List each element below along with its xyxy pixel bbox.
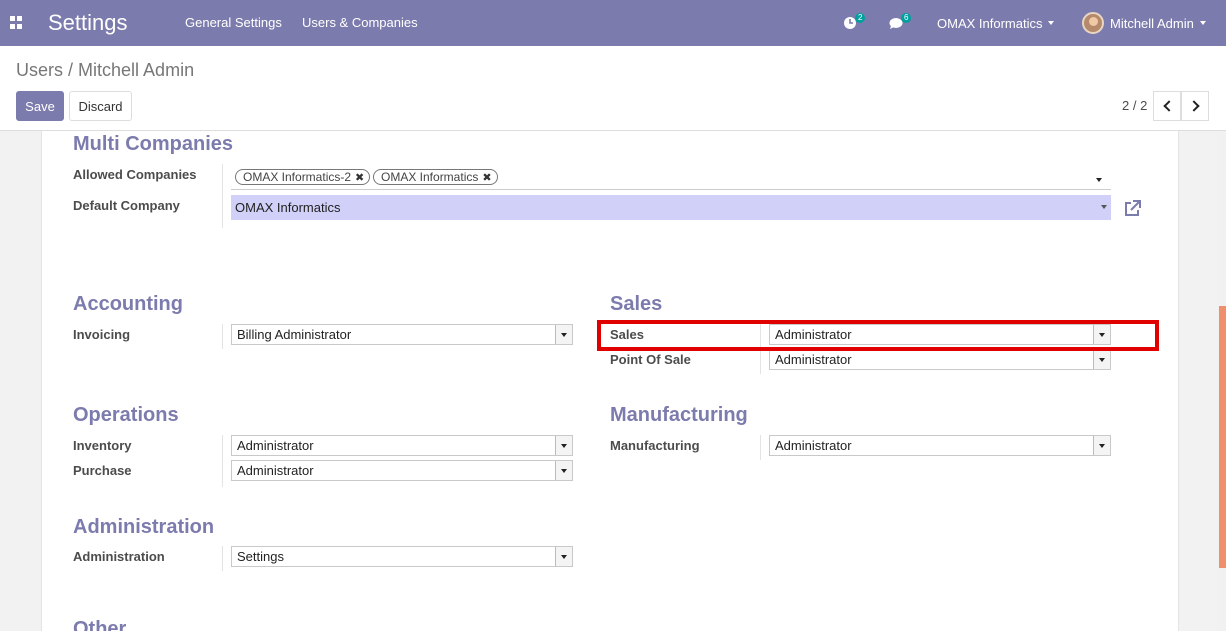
chevron-left-icon [1162, 100, 1175, 112]
label-default-company: Default Company [73, 198, 180, 213]
manufacturing-value: Administrator [775, 438, 852, 453]
menu-general-settings[interactable]: General Settings [185, 15, 282, 30]
discard-button[interactable]: Discard [69, 91, 132, 121]
company-switcher[interactable]: OMAX Informatics [937, 0, 1055, 46]
chevron-down-icon [1048, 21, 1055, 25]
activity-count-badge: 2 [855, 13, 866, 23]
purchase-value: Administrator [237, 463, 314, 478]
top-navbar: Settings General Settings Users & Compan… [0, 0, 1226, 46]
chevron-down-icon[interactable] [555, 325, 572, 344]
group-title-multi-companies: Multi Companies [73, 133, 234, 155]
invoicing-select[interactable]: Billing Administrator [231, 324, 573, 345]
label-separator [760, 435, 761, 460]
point-of-sale-value: Administrator [775, 352, 852, 367]
user-menu[interactable]: Mitchell Admin [1082, 0, 1206, 46]
label-separator [222, 435, 223, 487]
avatar [1082, 12, 1104, 34]
chevron-down-icon[interactable] [1096, 178, 1102, 182]
label-separator [222, 546, 223, 571]
chevron-down-icon[interactable] [1101, 205, 1107, 209]
remove-tag-icon[interactable]: ✖ [482, 172, 491, 184]
manufacturing-select[interactable]: Administrator [769, 435, 1111, 456]
menu-users-companies[interactable]: Users & Companies [302, 15, 418, 30]
chevron-right-icon [1187, 100, 1200, 112]
messaging-menu[interactable]: 6 [889, 0, 912, 46]
pager-next-button[interactable] [1181, 91, 1209, 121]
group-title-accounting: Accounting [73, 293, 183, 315]
breadcrumb-separator: / [68, 60, 74, 80]
company-switcher-label: OMAX Informatics [937, 15, 1043, 31]
message-count-badge: 6 [901, 13, 912, 23]
label-separator [222, 324, 223, 349]
company-tag[interactable]: OMAX Informatics ✖ [373, 169, 498, 185]
company-tag[interactable]: OMAX Informatics-2 ✖ [235, 169, 371, 185]
default-company-value: OMAX Informatics [235, 200, 341, 215]
label-manufacturing: Manufacturing [610, 438, 700, 453]
group-title-manufacturing: Manufacturing [610, 404, 748, 426]
app-title[interactable]: Settings [48, 10, 128, 36]
label-purchase: Purchase [73, 463, 132, 478]
label-point-of-sale: Point Of Sale [610, 352, 691, 367]
chevron-down-icon[interactable] [555, 436, 572, 455]
user-name: Mitchell Admin [1110, 15, 1194, 31]
chevron-down-icon [1199, 21, 1206, 25]
point-of-sale-select[interactable]: Administrator [769, 349, 1111, 370]
group-title-other: Other [73, 618, 127, 631]
group-title-sales: Sales [610, 293, 663, 315]
sales-field-highlight [597, 320, 1159, 351]
breadcrumb-parent-users[interactable]: Users [16, 60, 63, 80]
label-administration: Administration [73, 549, 165, 564]
label-separator [222, 164, 223, 228]
control-panel: Users / Mitchell Admin Save Discard 2 / 2 [0, 46, 1226, 131]
allowed-companies-field[interactable]: OMAX Informatics-2 ✖ OMAX Informatics ✖ [231, 164, 1111, 190]
invoicing-value: Billing Administrator [237, 327, 352, 342]
save-button[interactable]: Save [16, 91, 64, 121]
administration-value: Settings [237, 549, 284, 564]
pager-previous-button[interactable] [1153, 91, 1181, 121]
chevron-down-icon[interactable] [1093, 436, 1110, 455]
chevron-down-icon[interactable] [555, 461, 572, 480]
breadcrumb: Users / Mitchell Admin [16, 60, 194, 81]
administration-select[interactable]: Settings [231, 546, 573, 567]
inventory-value: Administrator [237, 438, 314, 453]
label-allowed-companies: Allowed Companies [73, 167, 197, 182]
apps-menu-icon[interactable] [10, 16, 23, 29]
remove-tag-icon[interactable]: ✖ [355, 172, 364, 184]
external-link-icon[interactable] [1123, 198, 1143, 218]
company-tag-label: OMAX Informatics [381, 170, 479, 184]
default-company-field[interactable]: OMAX Informatics [231, 195, 1111, 220]
pager-value[interactable]: 2 / 2 [1122, 98, 1147, 113]
chevron-down-icon[interactable] [555, 547, 572, 566]
inventory-select[interactable]: Administrator [231, 435, 573, 456]
chevron-down-icon[interactable] [1093, 350, 1110, 369]
label-invoicing: Invoicing [73, 327, 131, 342]
company-tag-label: OMAX Informatics-2 [243, 170, 352, 184]
label-inventory: Inventory [73, 438, 132, 453]
activity-menu[interactable]: 2 [843, 0, 866, 46]
purchase-select[interactable]: Administrator [231, 460, 573, 481]
group-title-administration: Administration [73, 516, 215, 538]
scrollbar-thumb[interactable] [1219, 306, 1226, 568]
group-title-operations: Operations [73, 404, 179, 426]
breadcrumb-current: Mitchell Admin [78, 60, 195, 80]
